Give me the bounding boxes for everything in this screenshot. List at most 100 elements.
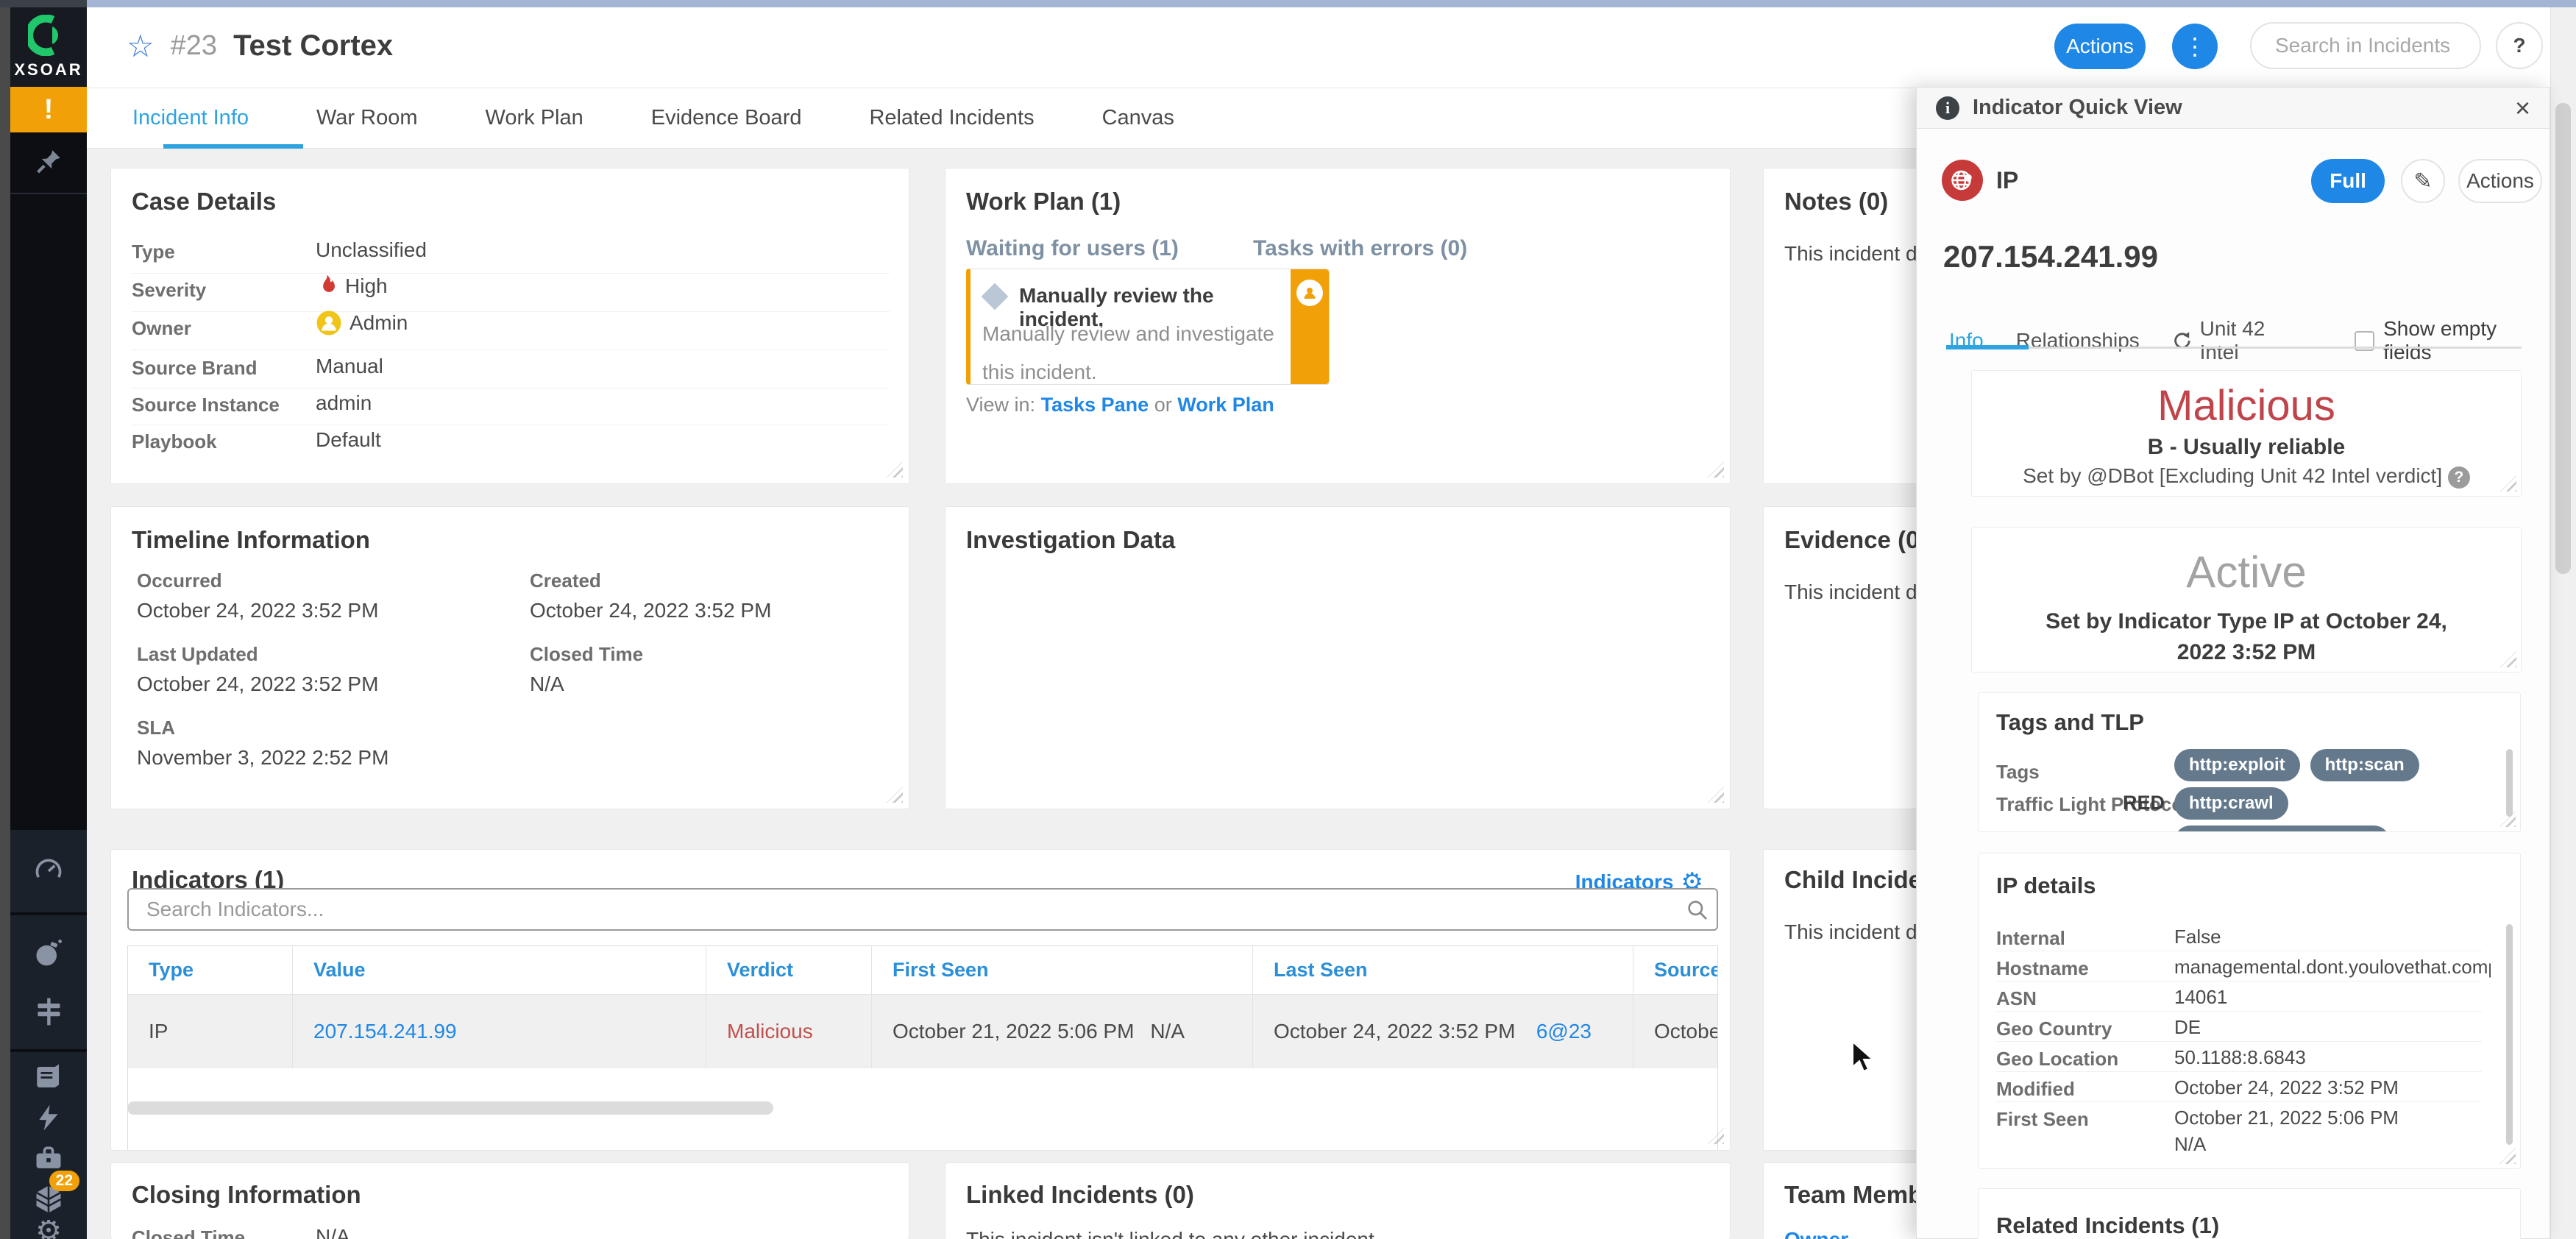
xsoar-incident-screen: XSOAR ! 22 ⚙ ☆ #23 Test Cortex Actions ⋮…	[0, 0, 2576, 1239]
work-plan-panel: Work Plan (1) Waiting for users (1) Task…	[945, 168, 1731, 484]
sla-label: SLA	[137, 717, 175, 739]
ipd-value: October 24, 2022 3:52 PM	[2174, 1076, 2399, 1098]
resize-handle[interactable]	[1708, 787, 1724, 803]
actions-button[interactable]: Actions	[2054, 24, 2146, 69]
tasks-pane-link[interactable]: Tasks Pane	[1041, 394, 1149, 416]
indicator-quick-view-panel: i Indicator Quick View × IP Full ✎ Actio…	[1916, 87, 2550, 1239]
help-button[interactable]: ?	[2496, 22, 2543, 69]
show-empty-fields-label: Show empty fields	[2383, 317, 2497, 363]
linked-incidents-title: Linked Incidents (0)	[966, 1181, 1194, 1208]
tasks-with-errors-heading: Tasks with errors (0)	[1253, 236, 1468, 260]
info-icon: i	[1936, 96, 1959, 120]
col-verdict[interactable]: Verdict	[706, 946, 872, 994]
investigation-data-title: Investigation Data	[966, 526, 1176, 553]
marketplace-button[interactable]: 22	[10, 1170, 87, 1221]
window-edge	[0, 7, 10, 1239]
ipd-value: False	[2174, 926, 2221, 948]
closing-information-title: Closing Information	[132, 1181, 361, 1208]
cell-verdict: Malicious	[706, 995, 872, 1068]
tag-pill[interactable]: http:crawl	[2174, 787, 2288, 820]
pencil-icon: ✎	[2413, 168, 2433, 194]
ipd-value: 14061	[2174, 986, 2228, 1008]
page-scrollbar-thumb[interactable]	[2555, 103, 2571, 574]
resize-handle[interactable]	[887, 461, 903, 478]
playbooks-button[interactable]	[10, 1057, 87, 1098]
tab-work-plan[interactable]: Work Plan	[486, 106, 583, 130]
ip-details-title: IP details	[1996, 873, 2096, 898]
occurred-label: Occurred	[137, 569, 222, 592]
investigation-data-panel: Investigation Data	[945, 506, 1731, 809]
edit-indicator-button[interactable]: ✎	[2401, 159, 2445, 203]
close-icon[interactable]: ×	[2515, 94, 2530, 121]
sidebar: XSOAR ! 22 ⚙	[0, 7, 87, 1239]
tag-pill[interactable]: http:exploit	[2174, 749, 2300, 781]
pin-icon	[37, 150, 60, 174]
tag-pill[interactable]: profile:many_services	[2174, 826, 2391, 831]
field-value: Unclassified	[316, 238, 427, 261]
xsoar-logo[interactable]: XSOAR	[10, 7, 87, 87]
tab-evidence-board[interactable]: Evidence Board	[651, 106, 802, 130]
ipd-label: First Seen	[1996, 1108, 2089, 1130]
dashboard-button[interactable]	[10, 851, 87, 892]
table-horizontal-scrollbar[interactable]	[127, 1101, 773, 1115]
qv-active-tab-underline	[1946, 345, 2029, 349]
indicator-actions-button[interactable]: Actions	[2458, 159, 2542, 203]
resize-handle[interactable]	[887, 787, 903, 803]
sla-value: November 3, 2022 2:52 PM	[137, 746, 389, 769]
team-owner-label[interactable]: Owner	[1784, 1228, 1848, 1239]
closed-time-value: N/A	[530, 672, 564, 695]
verdict-card: Malicious B - Usually reliable Set by @D…	[1971, 370, 2522, 497]
active-tab-underline	[163, 144, 303, 149]
task-card[interactable]: Manually review the incident. Manually r…	[966, 269, 1330, 385]
sidebar-item-incidents[interactable]: !	[10, 87, 87, 132]
settings-button[interactable]: ⚙	[10, 1220, 87, 1239]
col-value[interactable]: Value	[293, 946, 706, 994]
tab-war-room[interactable]: War Room	[316, 106, 418, 130]
favorite-star-button[interactable]: ☆	[127, 28, 155, 64]
col-type[interactable]: Type	[128, 946, 293, 994]
automation-button[interactable]	[10, 1098, 87, 1139]
resize-handle[interactable]	[1708, 461, 1724, 478]
qv-tab-unit42[interactable]: Unit 42 Intel	[2200, 317, 2310, 364]
indicator-value-link[interactable]: 207.154.241.99	[313, 1020, 457, 1043]
verdict-help-icon[interactable]: ?	[2447, 466, 2470, 489]
closing-closed-time-value: N/A	[316, 1225, 350, 1239]
cell-last-seen: October 24, 2022 3:52 PM 6@23	[1253, 995, 1633, 1068]
quick-view-header: i Indicator Quick View ×	[1917, 88, 2550, 129]
search-indicators-input[interactable]	[127, 888, 1718, 931]
timeline-title: Timeline Information	[132, 526, 370, 553]
ipd-value: N/A	[2174, 1133, 2207, 1155]
ip-details-scrollbar[interactable]	[2506, 924, 2513, 1145]
tag-pill[interactable]: http:scan	[2310, 749, 2419, 781]
col-first-seen[interactable]: First Seen	[872, 946, 1253, 994]
resize-handle[interactable]	[2499, 1148, 2516, 1164]
field-value: Manual	[316, 355, 383, 377]
related-incidents-title: Related Incidents (1)	[1996, 1213, 2220, 1238]
threat-intel-button[interactable]	[10, 932, 87, 973]
severity-flame-icon	[323, 274, 335, 292]
col-source-time[interactable]: Source Ti	[1633, 946, 1717, 994]
pin-button[interactable]	[10, 141, 87, 182]
tab-canvas[interactable]: Canvas	[1102, 106, 1174, 130]
tab-incident-info[interactable]: Incident Info	[132, 106, 249, 130]
task-description: Manually review and investigate this inc…	[982, 322, 1274, 383]
full-view-button[interactable]: Full	[2311, 159, 2385, 203]
search-incidents-input[interactable]	[2250, 22, 2481, 69]
tags-scrollbar[interactable]	[2506, 749, 2513, 817]
tab-related-incidents[interactable]: Related Incidents	[869, 106, 1034, 130]
severity-value: High	[345, 274, 388, 297]
qv-tab-relationships[interactable]: Relationships	[2016, 329, 2140, 352]
mouse-cursor	[1852, 1040, 1875, 1073]
lightning-icon	[39, 1104, 58, 1131]
incident-title: Test Cortex	[233, 29, 394, 62]
quick-view-title: Indicator Quick View	[1973, 96, 2182, 119]
related-count-link[interactable]: 6@23	[1536, 1020, 1633, 1043]
last-updated-value: October 24, 2022 3:52 PM	[137, 672, 379, 695]
work-plan-link[interactable]: Work Plan	[1177, 394, 1274, 416]
indicators-nav-button[interactable]	[10, 991, 87, 1032]
more-menu-button[interactable]: ⋮	[2172, 24, 2218, 69]
ipd-value: October 21, 2022 5:06 PM	[2174, 1107, 2399, 1129]
indicator-row[interactable]: IP 207.154.241.99 Malicious October 21, …	[128, 995, 1717, 1068]
owner-value: Admin	[350, 311, 408, 334]
col-last-seen[interactable]: Last Seen	[1253, 946, 1633, 994]
